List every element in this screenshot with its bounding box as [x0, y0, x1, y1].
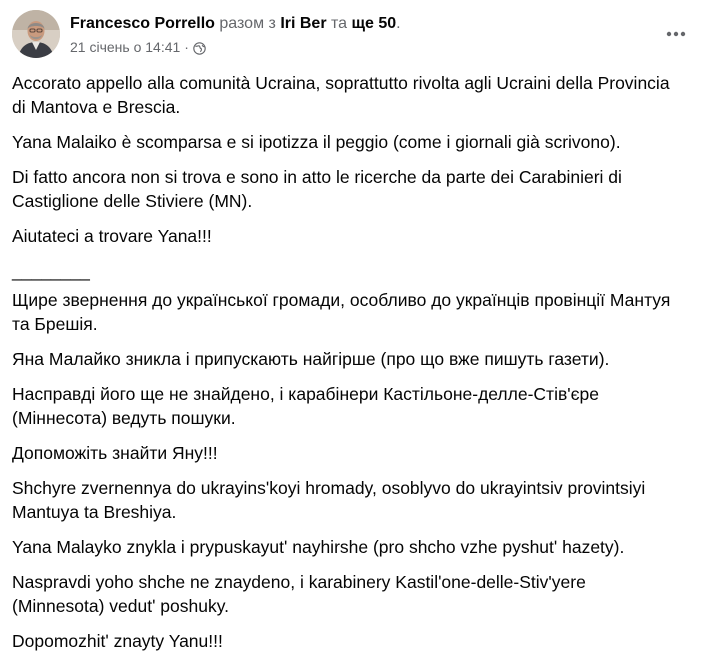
post-paragraph: Щире звернення до української громади, о… — [12, 290, 671, 334]
avatar[interactable] — [12, 10, 60, 58]
period: . — [396, 15, 401, 32]
facebook-post: Francesco Porrello разом з Iri Ber та ще… — [0, 0, 706, 672]
post-paragraph: Допоможіть знайти Яну!!! — [12, 443, 218, 463]
avatar-photo — [12, 10, 60, 58]
author-name[interactable]: Francesco Porrello — [70, 15, 215, 32]
others-count[interactable]: ще 50 — [352, 15, 397, 32]
post-paragraph: Di fatto ancora non si trova e sono in a… — [12, 167, 622, 211]
globe-icon[interactable] — [193, 41, 206, 55]
post-paragraph: Yana Malaiko è scomparsa e si ipotizza i… — [12, 132, 621, 152]
post-paragraph: Aiutateci a trovare Yana!!! — [12, 226, 212, 246]
tagged-user[interactable]: Iri Ber — [280, 15, 326, 32]
post-meta: 21 січень о 14:41 · — [70, 38, 206, 56]
post-paragraph: Shchyre zvernennya do ukrayinsʹkoyi hrom… — [12, 478, 646, 522]
post-timestamp[interactable]: 21 січень о 14:41 — [70, 38, 180, 56]
post-paragraph: Яна Малайко зникла і припускають найгірш… — [12, 349, 610, 369]
meta-separator: · — [184, 39, 189, 55]
more-options-button[interactable] — [662, 20, 690, 48]
with-word: разом з — [219, 15, 276, 32]
and-word: та — [331, 15, 348, 32]
post-paragraph: Naspravdi yoho shche ne znaydeno, i kara… — [12, 572, 586, 616]
separator-line: ________ — [12, 261, 90, 281]
post-paragraph: Dopomozhitʹ znayty Yanu!!! — [12, 631, 223, 651]
post-paragraph: Yana Malayko znykla i prypuskayutʹ nayhi… — [12, 537, 625, 557]
post-paragraph: Accorato appello alla comunità Ucraina, … — [12, 73, 670, 117]
more-dots-icon — [666, 31, 686, 37]
post-paragraph: Насправді його ще не знайдено, і карабін… — [12, 384, 599, 428]
post-header: Francesco Porrello разом з Iri Ber та ще… — [12, 10, 694, 62]
post-text: Accorato appello alla comunità Ucraina, … — [12, 71, 682, 664]
post-author-line: Francesco Porrello разом з Iri Ber та ще… — [70, 14, 401, 34]
